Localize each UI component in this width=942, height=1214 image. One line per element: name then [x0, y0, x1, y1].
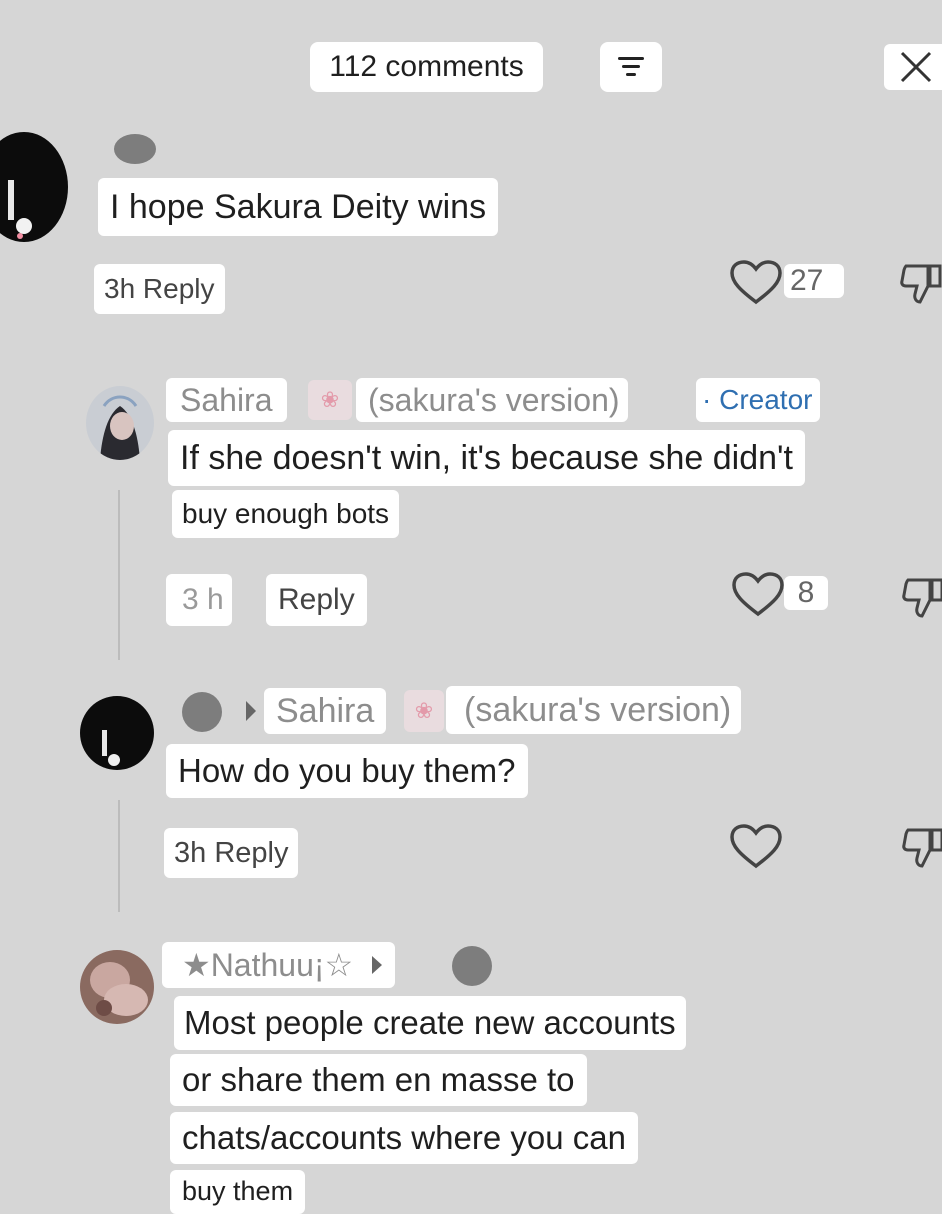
creator-badge: · Creator — [696, 378, 821, 422]
author-suffix: (sakura's version) — [356, 378, 628, 422]
reply-arrow-icon — [372, 956, 383, 974]
avatar-image — [102, 730, 120, 766]
comment-meta[interactable]: 3h Reply — [164, 828, 299, 878]
author-name[interactable]: ★Nathuu¡☆ — [162, 942, 396, 988]
heart-icon[interactable] — [730, 572, 786, 618]
sort-icon — [618, 57, 644, 76]
comments-count: 112 comments — [310, 42, 543, 92]
username-placeholder[interactable] — [114, 134, 156, 164]
flower-emoji: ❀ — [308, 380, 352, 420]
avatar[interactable] — [86, 386, 154, 460]
avatar[interactable] — [0, 132, 68, 242]
close-button[interactable] — [884, 44, 942, 90]
like-count: 27 — [784, 264, 844, 298]
comment-meta[interactable]: 3h Reply — [94, 264, 225, 314]
reply-to-suffix: (sakura's version) — [446, 686, 742, 734]
reply-to-name[interactable]: Sahira — [264, 688, 387, 734]
like-count: 8 — [784, 576, 828, 610]
sort-button[interactable] — [600, 42, 662, 92]
avatar[interactable] — [80, 696, 154, 770]
heart-icon[interactable] — [728, 260, 784, 306]
flower-emoji: ❀ — [404, 690, 444, 732]
author-name[interactable]: Sahira — [166, 378, 287, 422]
thread-line — [118, 800, 120, 912]
username-placeholder[interactable] — [182, 692, 222, 732]
comment-text: If she doesn't win, it's because she did… — [168, 430, 805, 486]
comment-text: How do you buy them? — [166, 744, 528, 798]
reply-arrow-icon — [246, 701, 256, 721]
comment-text: or share them en masse to — [170, 1054, 587, 1106]
comment-time: 3 h — [166, 574, 232, 626]
close-icon — [900, 51, 932, 83]
comment-text: Most people create new accounts — [174, 996, 686, 1050]
comment-text: chats/accounts where you can — [170, 1112, 638, 1164]
comment-text: buy them — [170, 1170, 306, 1214]
dislike-icon[interactable] — [898, 262, 942, 306]
heart-icon[interactable] — [728, 824, 784, 870]
comment-text: I hope Sakura Deity wins — [98, 178, 499, 236]
avatar-image — [8, 180, 32, 239]
avatar-image — [90, 962, 148, 1016]
dislike-icon[interactable] — [900, 576, 942, 620]
username-placeholder[interactable] — [452, 946, 492, 986]
reply-button[interactable]: Reply — [266, 574, 367, 626]
avatar[interactable] — [80, 950, 154, 1024]
avatar-image — [100, 395, 140, 460]
comment-text: buy enough bots — [172, 490, 400, 538]
thread-line — [118, 490, 120, 660]
dislike-icon[interactable] — [900, 826, 942, 870]
comments-count-label: 112 comments — [329, 50, 524, 83]
